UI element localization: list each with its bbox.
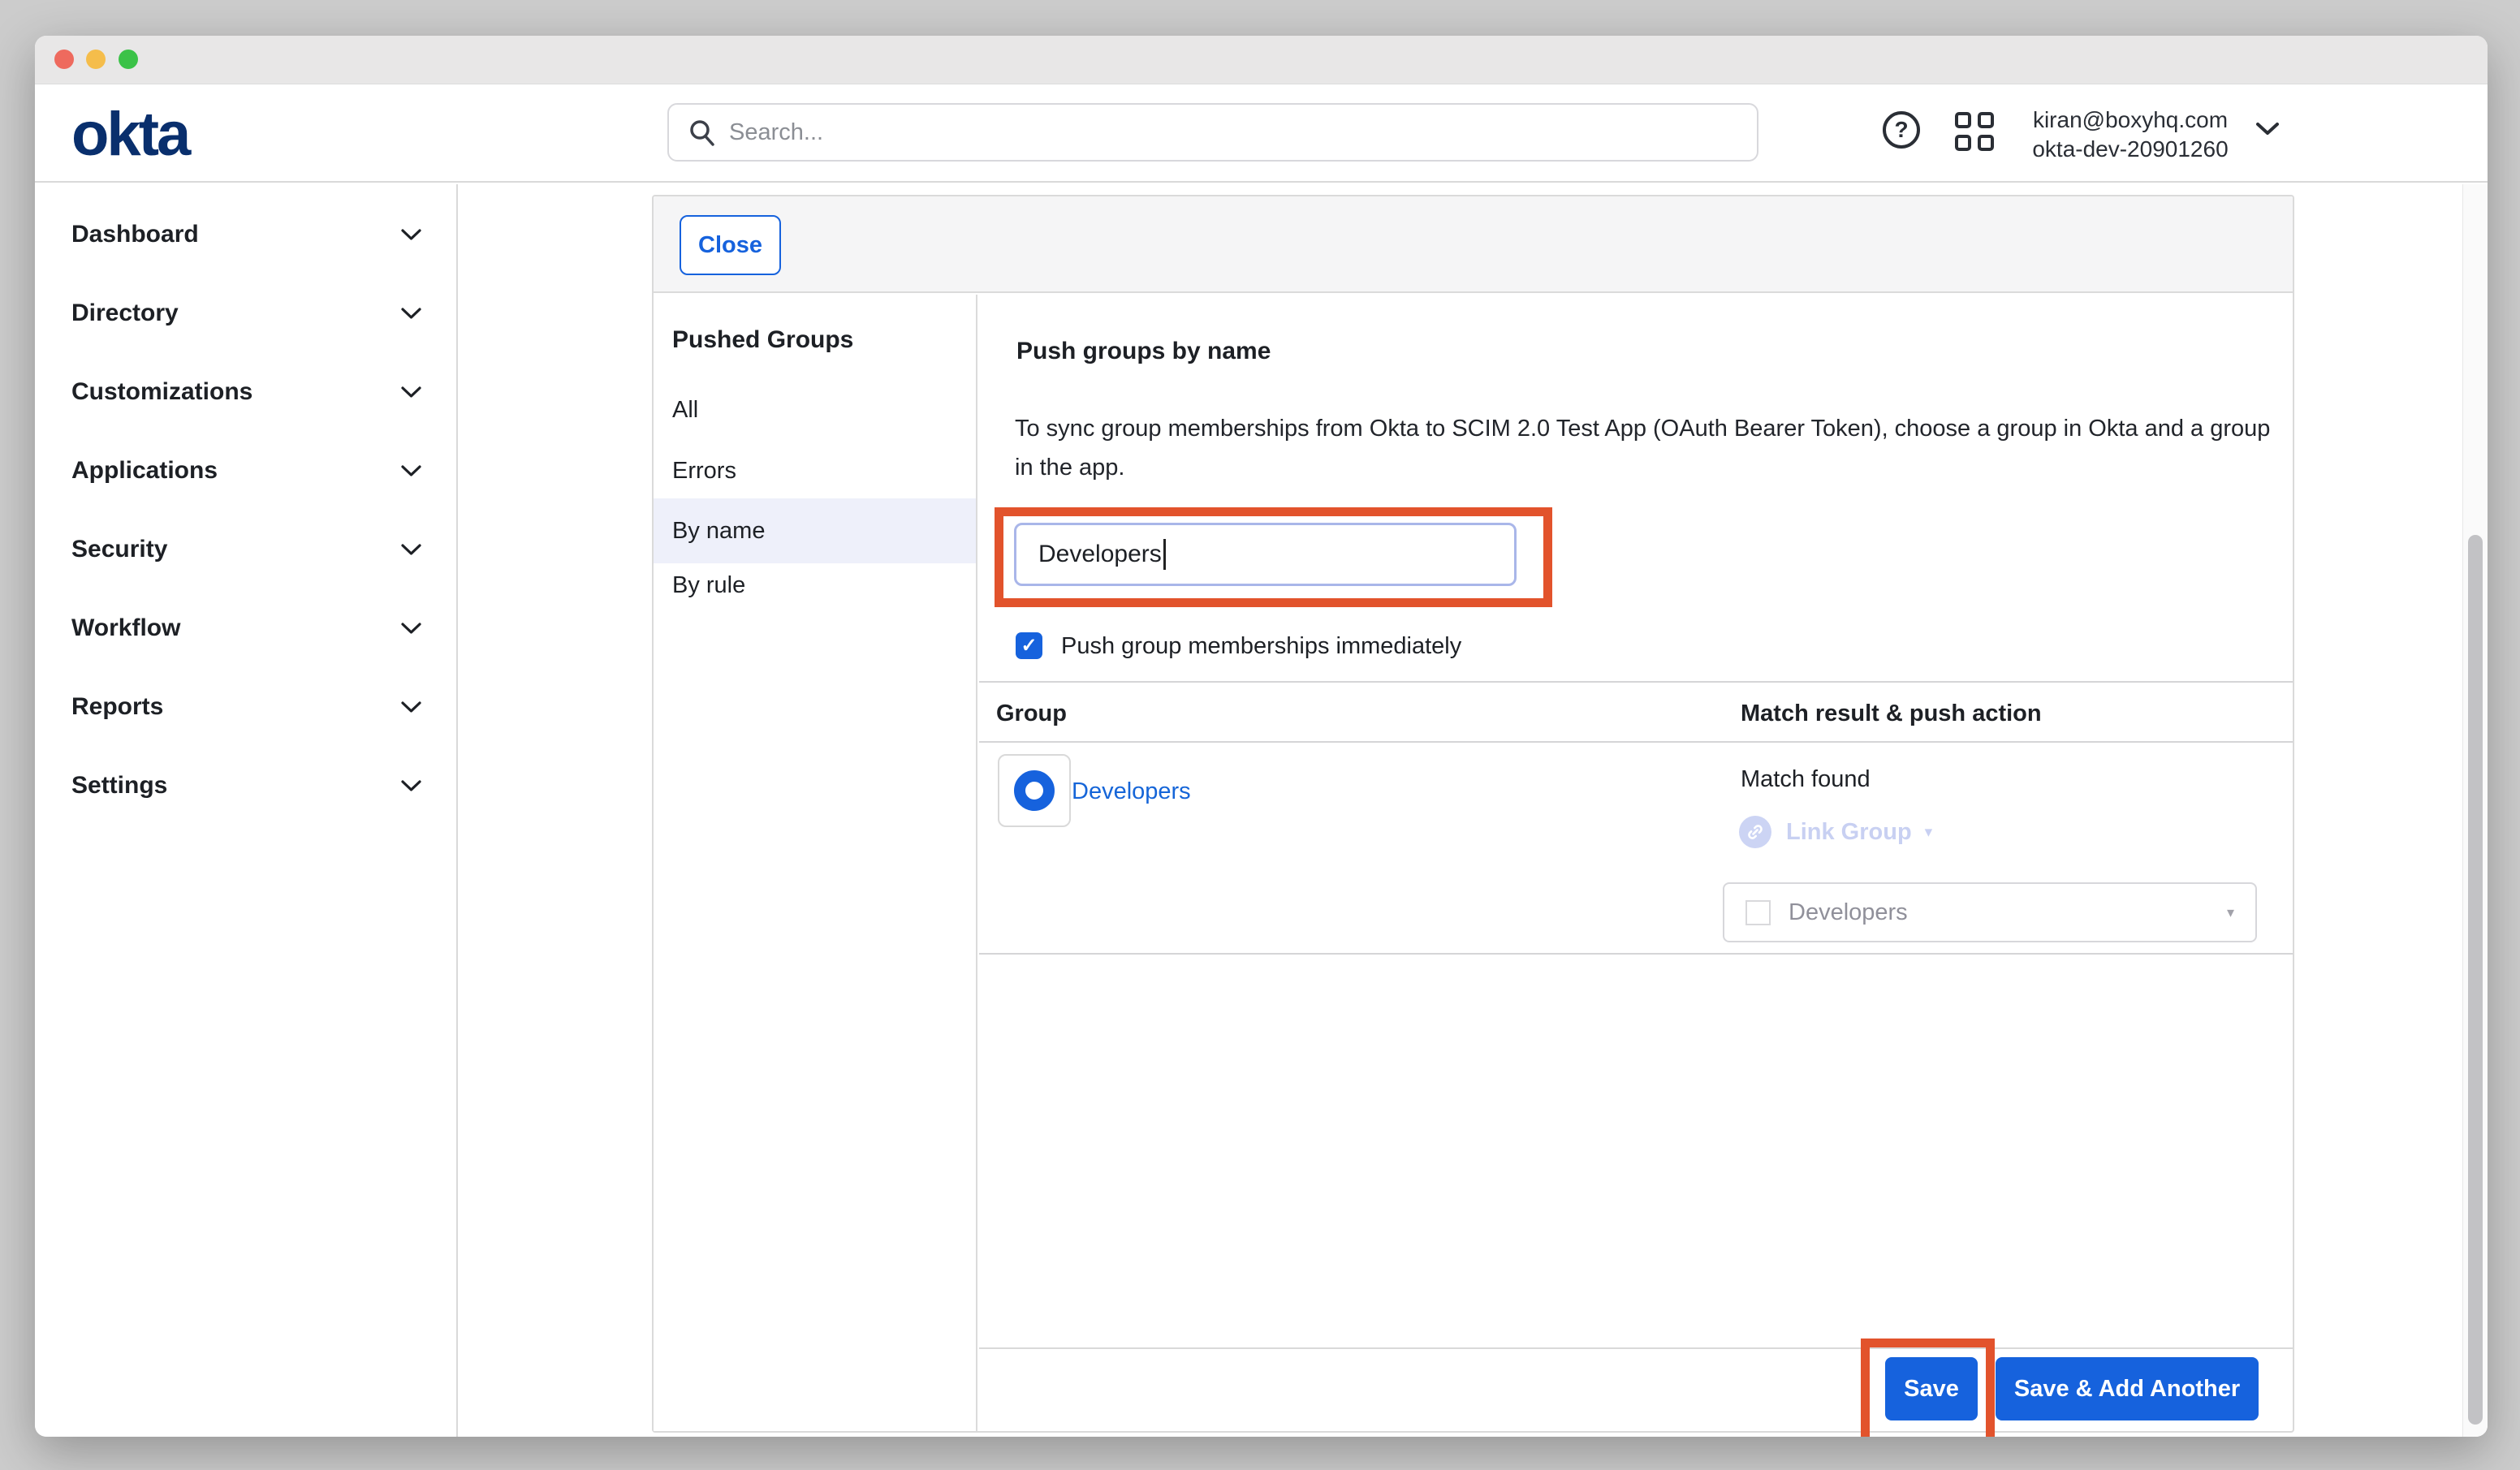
checkbox-label: Push group memberships immediately [1061, 633, 1461, 660]
account-menu[interactable]: kiran@boxyhq.com okta-dev-20901260 [2024, 106, 2237, 164]
help-icon[interactable]: ? [1883, 111, 1920, 149]
tab-label: By name [672, 518, 765, 545]
sidebar-item-label: Applications [71, 457, 218, 485]
tab-by-rule[interactable]: By rule [654, 555, 976, 615]
tab-label: By rule [672, 572, 745, 599]
desktop: okta ? kiran@boxyhq.com okta-dev-2090126… [0, 0, 2520, 1470]
search-box[interactable] [667, 103, 1758, 162]
panel-title: Pushed Groups [672, 326, 853, 354]
sidebar-item-reports[interactable]: Reports [35, 667, 456, 746]
chevron-down-icon [400, 543, 422, 556]
select-caret-icon: ▾ [2227, 904, 2234, 921]
search-icon [688, 119, 716, 146]
select-value: Developers [1789, 899, 1908, 926]
grid-square [1978, 135, 1994, 151]
check-icon: ✓ [1021, 634, 1037, 657]
tab-label: All [672, 397, 698, 424]
chevron-down-icon [400, 228, 422, 241]
pushed-groups-panel: Pushed Groups All Errors By name By rule [654, 295, 977, 1431]
sidebar-item-label: Customizations [71, 378, 252, 406]
chevron-down-icon [400, 701, 422, 713]
scrollbar-track[interactable] [2462, 184, 2488, 1437]
okta-logo: okta [71, 99, 188, 170]
sidebar-item-customizations[interactable]: Customizations [35, 352, 456, 431]
dialog-toolbar: Close [654, 196, 2293, 293]
linked-group-select[interactable]: Developers ▾ [1723, 882, 2257, 942]
table-header-group: Group [996, 701, 1067, 727]
description-text: To sync group memberships from Okta to S… [1015, 409, 2281, 487]
app-icon-placeholder [1745, 900, 1771, 925]
sidebar-item-dashboard[interactable]: Dashboard [35, 195, 456, 274]
table-top-border [979, 681, 2293, 683]
close-button[interactable]: Close [680, 215, 781, 275]
sidebar-item-workflow[interactable]: Workflow [35, 588, 456, 667]
group-link[interactable]: Developers [1072, 778, 1191, 805]
sidebar-item-label: Workflow [71, 614, 180, 642]
tab-by-name[interactable]: By name [654, 498, 976, 563]
footer-border [979, 1347, 2293, 1349]
link-group-label: Link Group [1786, 819, 1912, 846]
app-header: okta ? kiran@boxyhq.com okta-dev-2090126… [35, 84, 2488, 183]
page-title: Push groups by name [1016, 338, 1271, 365]
search-input[interactable] [729, 119, 1622, 146]
apps-grid-icon[interactable] [1955, 112, 1994, 151]
row-bottom-border [979, 953, 2293, 955]
caret-down-icon: ▾ [1925, 823, 1933, 842]
save-add-another-button[interactable]: Save & Add Another [1996, 1357, 2259, 1420]
traffic-light-zoom[interactable] [119, 50, 138, 69]
chevron-down-icon [400, 386, 422, 399]
table-header-match: Match result & push action [1741, 701, 2042, 727]
help-glyph: ? [1894, 117, 1908, 143]
sidebar-item-label: Security [71, 536, 167, 563]
link-icon [1739, 816, 1771, 848]
chevron-down-icon [400, 464, 422, 477]
content-area: Dashboard Directory Customizations Appli… [35, 184, 2488, 1437]
group-name-input[interactable]: Developers [1014, 523, 1517, 586]
sidebar-item-security[interactable]: Security [35, 510, 456, 588]
account-email: kiran@boxyhq.com [2024, 106, 2237, 135]
sidebar-item-directory[interactable]: Directory [35, 274, 456, 352]
push-groups-dialog: Close Pushed Groups All Errors By name [652, 195, 2294, 1433]
group-avatar [998, 754, 1071, 827]
sidebar-item-label: Settings [71, 772, 167, 800]
table-header-border [979, 741, 2293, 743]
scrollbar-thumb[interactable] [2468, 535, 2483, 1425]
chevron-down-icon [400, 307, 422, 320]
sidebar-item-label: Directory [71, 300, 179, 327]
sidebar-item-applications[interactable]: Applications [35, 431, 456, 510]
sidebar-nav: Dashboard Directory Customizations Appli… [35, 184, 458, 1437]
sidebar-item-settings[interactable]: Settings [35, 746, 456, 825]
sidebar-item-label: Reports [71, 693, 163, 721]
save-button[interactable]: Save [1885, 1357, 1978, 1420]
account-org: okta-dev-20901260 [2024, 135, 2237, 164]
tab-errors[interactable]: Errors [654, 441, 976, 501]
text-caret [1163, 539, 1166, 570]
by-name-content: Push groups by name To sync group member… [979, 295, 2293, 1431]
match-status: Match found [1741, 766, 1871, 793]
tab-label: Errors [672, 458, 736, 485]
traffic-light-minimize[interactable] [86, 50, 106, 69]
main-area: Close Pushed Groups All Errors By name [458, 184, 2488, 1437]
chevron-down-icon [400, 779, 422, 792]
push-immediately-checkbox[interactable]: ✓ [1016, 632, 1042, 659]
traffic-light-close[interactable] [54, 50, 74, 69]
window-titlebar [35, 36, 2488, 84]
chevron-down-icon[interactable] [2255, 121, 2281, 137]
tab-all[interactable]: All [654, 380, 976, 440]
chevron-down-icon [400, 622, 422, 635]
grid-square [1978, 112, 1994, 128]
sidebar-item-label: Dashboard [71, 221, 199, 248]
link-group-button[interactable]: Link Group ▾ [1739, 816, 1932, 848]
grid-square [1955, 135, 1971, 151]
grid-square [1955, 112, 1971, 128]
group-name-value: Developers [1038, 541, 1162, 568]
group-ring-icon [1014, 770, 1055, 811]
browser-window: okta ? kiran@boxyhq.com okta-dev-2090126… [35, 36, 2488, 1437]
